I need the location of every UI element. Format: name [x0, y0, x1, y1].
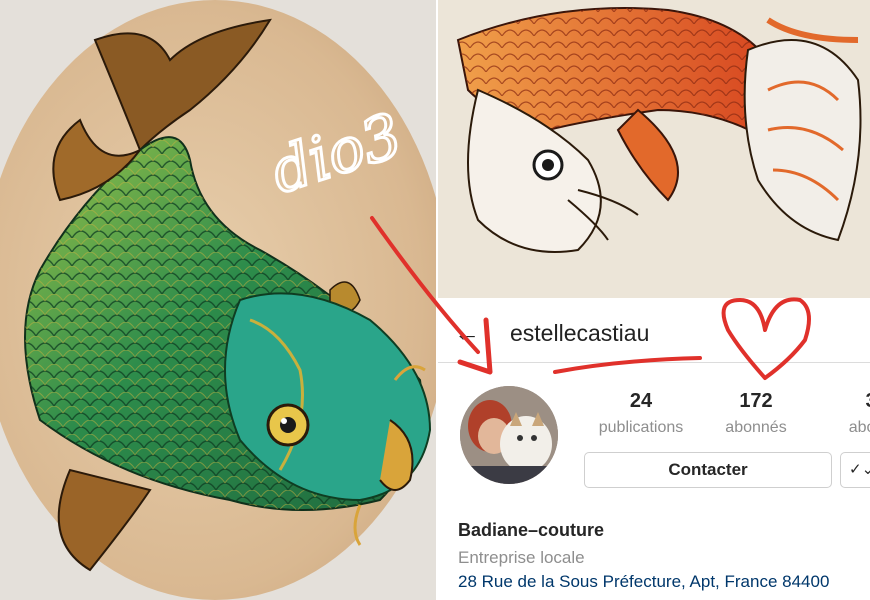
- stat-publications-label: publications: [598, 419, 684, 436]
- stat-publications[interactable]: 24 publications: [576, 390, 706, 437]
- avatar-photo: [460, 386, 558, 484]
- stat-following-count: 3: [806, 390, 870, 413]
- contact-button[interactable]: Contacter: [584, 452, 832, 488]
- bio-address-link[interactable]: 28 Rue de la Sous Préfecture, Apt, Franc…: [458, 572, 829, 592]
- stat-followers[interactable]: 172 abonnés: [691, 390, 821, 437]
- profile-username: estellecastiau: [510, 320, 650, 346]
- stat-following[interactable]: 3 abonn: [806, 390, 870, 437]
- check-chevron-icon[interactable]: ✓⌄: [840, 452, 870, 488]
- painted-koi-stone-photo: [438, 0, 870, 298]
- bio-name: Badiane–couture: [458, 520, 605, 540]
- painted-carp-stone-photo: [0, 0, 436, 600]
- stat-followers-label: abonnés: [725, 419, 787, 436]
- back-arrow-icon[interactable]: ←: [454, 319, 480, 345]
- carp-illustration: [0, 0, 436, 600]
- koi-illustration: [438, 0, 870, 298]
- profile-header-bar: ← estellecastiau: [438, 298, 870, 363]
- stat-followers-count: 172: [739, 390, 773, 412]
- stat-following-label: abonn: [848, 419, 870, 436]
- instagram-profile-screenshot: ← estellecastiau 24 publications 172 abo…: [438, 298, 870, 600]
- bio-category: Entreprise locale: [458, 548, 585, 567]
- avatar[interactable]: [460, 386, 558, 484]
- stat-publications-count: 24: [629, 390, 653, 412]
